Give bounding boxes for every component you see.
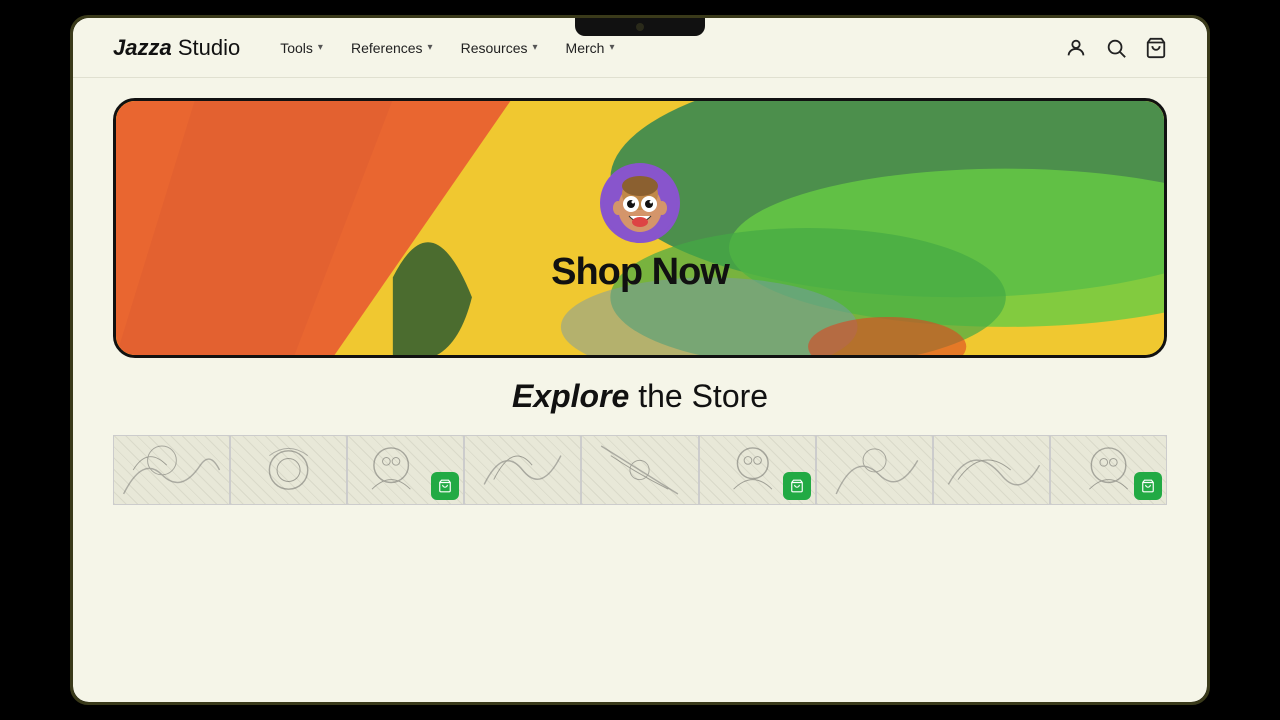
avatar xyxy=(600,163,680,243)
nav-tools-label: Tools xyxy=(280,40,313,56)
logo-jazza: Jazza xyxy=(113,35,172,60)
add-to-cart-button[interactable] xyxy=(1134,472,1162,500)
explore-heading: Explore the Store xyxy=(512,378,768,415)
product-item[interactable] xyxy=(113,435,230,505)
nav-tools-chevron: ▾ xyxy=(318,42,323,53)
product-item[interactable] xyxy=(230,435,347,505)
nav-references[interactable]: References ▾ xyxy=(351,40,433,56)
product-item[interactable] xyxy=(1050,435,1167,505)
product-item[interactable] xyxy=(464,435,581,505)
site-logo[interactable]: Jazza Studio xyxy=(113,35,240,61)
screen: Jazza Studio Tools ▾ References ▾ Resour… xyxy=(73,18,1207,702)
nav-references-chevron: ▾ xyxy=(428,42,433,53)
nav-references-label: References xyxy=(351,40,423,56)
nav-merch-chevron: ▾ xyxy=(609,42,614,53)
logo-studio: Studio xyxy=(178,35,240,60)
nav-resources-label: Resources xyxy=(461,40,528,56)
laptop-frame: Jazza Studio Tools ▾ References ▾ Resour… xyxy=(70,15,1210,705)
nav-resources-chevron: ▾ xyxy=(533,42,538,53)
laptop-camera xyxy=(636,23,644,31)
nav-merch-label: Merch xyxy=(566,40,605,56)
search-icon[interactable] xyxy=(1105,37,1127,59)
banner-shop-now-label: Shop Now xyxy=(551,251,729,294)
shop-banner[interactable]: Shop Now xyxy=(113,98,1167,358)
main-content: Shop Now Explore the Store xyxy=(73,78,1207,702)
banner-content: Shop Now xyxy=(116,101,1164,355)
account-icon[interactable] xyxy=(1065,37,1087,59)
product-item[interactable] xyxy=(699,435,816,505)
explore-section: Explore the Store xyxy=(113,378,1167,415)
cart-icon[interactable] xyxy=(1145,37,1167,59)
laptop-notch xyxy=(575,18,705,36)
add-to-cart-button[interactable] xyxy=(431,472,459,500)
nav-resources[interactable]: Resources ▾ xyxy=(461,40,538,56)
explore-italic-text: Explore xyxy=(512,378,629,414)
nav-icons xyxy=(1065,37,1167,59)
product-item[interactable] xyxy=(933,435,1050,505)
main-nav: Tools ▾ References ▾ Resources ▾ Merch ▾ xyxy=(280,40,1025,56)
nav-merch[interactable]: Merch ▾ xyxy=(566,40,615,56)
product-item[interactable] xyxy=(581,435,698,505)
add-to-cart-button[interactable] xyxy=(783,472,811,500)
explore-normal-text: the Store xyxy=(629,378,768,414)
product-strip xyxy=(113,435,1167,505)
nav-tools[interactable]: Tools ▾ xyxy=(280,40,323,56)
product-item[interactable] xyxy=(347,435,464,505)
product-item[interactable] xyxy=(816,435,933,505)
